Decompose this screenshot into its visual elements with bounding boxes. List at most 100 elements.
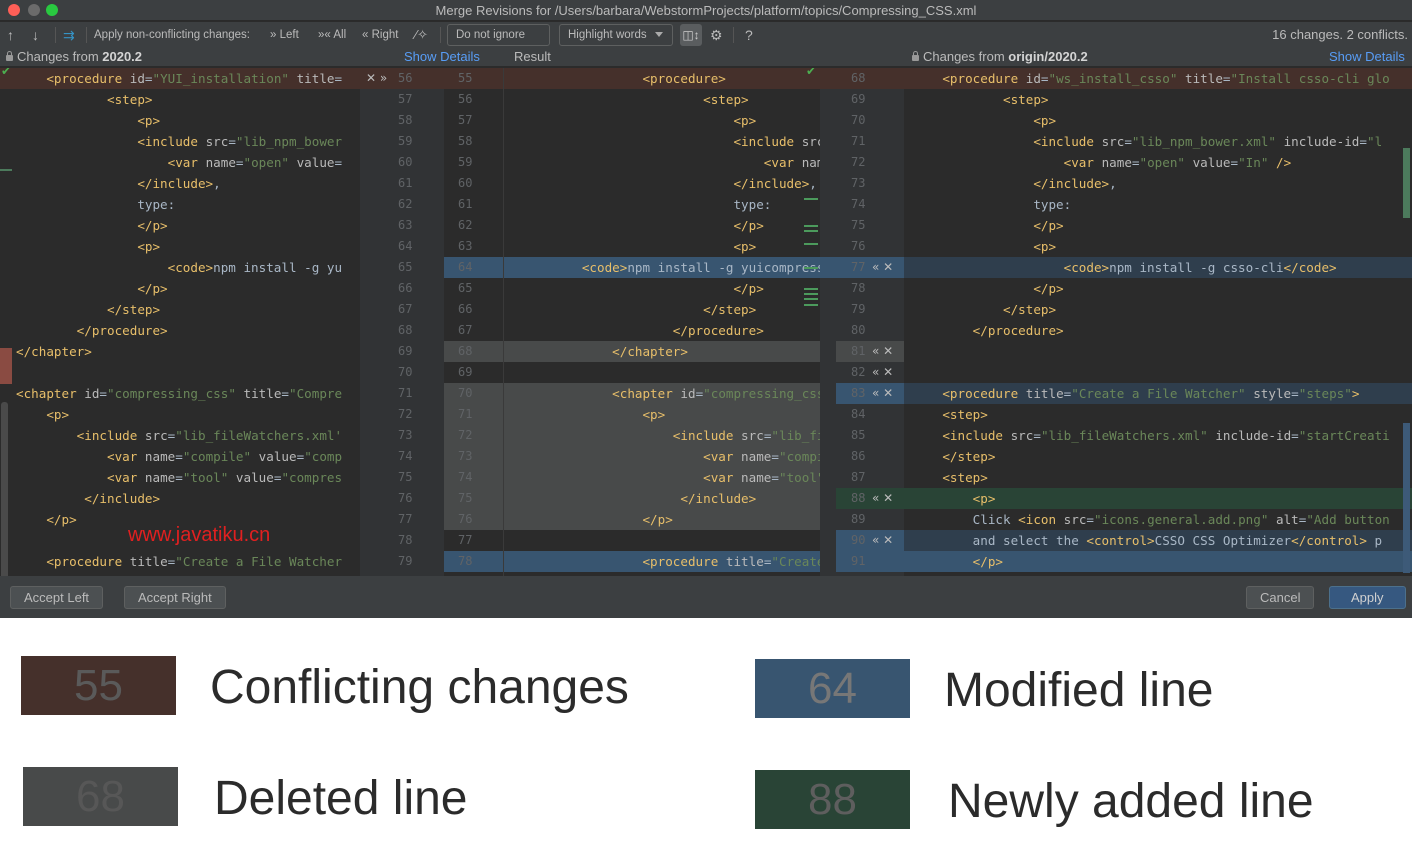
apply-all-button[interactable]: »« All — [318, 22, 346, 48]
accept-left-button[interactable]: Accept Left — [10, 586, 104, 609]
code-line[interactable] — [0, 362, 360, 383]
code-line[interactable]: <p> — [904, 488, 1412, 509]
code-line[interactable]: <code>npm install -g yu — [0, 257, 360, 278]
code-line[interactable]: <p> — [0, 110, 360, 131]
code-line[interactable]: </p> — [0, 215, 360, 236]
code-token: </step> — [16, 302, 161, 317]
accept-reject-right-icons[interactable]: « ✕ — [872, 383, 893, 404]
right-gutter: 68 69 70 71 72 73 74 75 76 77 78 79 80 81 82 83 84 85 86 87… — [820, 68, 904, 576]
code-token: title — [288, 71, 335, 86]
right-header: Changes from origin/2020.2 — [912, 49, 1088, 64]
code-token: "Create a — [771, 554, 820, 569]
code-line[interactable]: <var name="tool" value="compres — [0, 467, 360, 488]
merge-arrows-icon[interactable]: ⇉ — [63, 22, 75, 48]
code-line[interactable]: <chapter id="compressing_css" title="Com… — [0, 383, 360, 404]
code-line[interactable]: <p> — [0, 404, 360, 425]
code-line[interactable]: <var name="compile" value="comp — [0, 446, 360, 467]
code-line[interactable]: </chapter> — [0, 341, 360, 362]
change-marker[interactable] — [804, 225, 818, 227]
line-number: 58 — [458, 134, 473, 148]
apply-left-button[interactable]: » Left — [270, 22, 299, 48]
accept-right-button[interactable]: Accept Right — [124, 586, 226, 609]
scrollbar[interactable] — [1, 402, 8, 576]
code-line[interactable]: <var name="open" value="In" /> — [904, 152, 1412, 173]
code-token: </step> — [506, 302, 757, 317]
change-marker[interactable] — [0, 348, 12, 384]
highlight-mode-dropdown[interactable]: Highlight words — [559, 24, 673, 46]
right-show-details-link[interactable]: Show Details — [1329, 49, 1405, 64]
cancel-button[interactable]: Cancel — [1246, 586, 1315, 609]
arrow-down-icon[interactable]: ↓ — [32, 22, 39, 48]
change-marker[interactable] — [804, 198, 818, 200]
change-marker[interactable] — [804, 298, 818, 300]
code-line[interactable]: </p> — [0, 278, 360, 299]
whitespace-ignore-dropdown[interactable]: Do not ignore — [447, 24, 550, 58]
code-line[interactable]: <step> — [904, 467, 1412, 488]
code-line[interactable]: <code>npm install -g csso-cli</code> — [904, 257, 1412, 278]
left-editor[interactable]: <procedure id="YUI_installation" title= … — [0, 68, 360, 576]
accept-reject-right-icons[interactable]: « ✕ — [872, 530, 893, 551]
change-marker[interactable] — [804, 243, 818, 245]
legend-swatch-modified: 64 — [755, 659, 910, 718]
accept-reject-right-icons[interactable]: « ✕ — [872, 257, 893, 278]
apply-right-button[interactable]: « Right — [362, 22, 398, 48]
code-line[interactable]: and select the <control>CSSO CSS Optimiz… — [904, 530, 1412, 551]
code-line[interactable]: <procedure title = "Create a File Watcher"… — [904, 383, 1412, 404]
arrow-up-icon[interactable]: ↑ — [7, 22, 14, 48]
code-line[interactable]: <step> — [904, 89, 1412, 110]
code-line[interactable]: <p> — [0, 236, 360, 257]
sync-scroll-icon[interactable]: ◫↕ — [680, 24, 702, 46]
right-editor[interactable]: <procedure id="ws_install_csso" title="I… — [904, 68, 1412, 576]
code-line[interactable]: <include src="lib_npm_bower.xml" include… — [904, 131, 1412, 152]
code-line[interactable]: <procedure id="ws_install_csso" title="I… — [904, 68, 1412, 89]
code-token: npm install -g yuicompressor — [627, 260, 820, 275]
accept-reject-right-icons[interactable]: « ✕ — [872, 341, 893, 362]
code-line[interactable]: <p> — [904, 110, 1412, 131]
left-show-details-link[interactable]: Show Details — [404, 49, 480, 64]
code-line[interactable] — [904, 362, 1412, 383]
code-line[interactable]: <include src="lib_npm_bower — [0, 131, 360, 152]
code-line[interactable]: <include src="lib_fileWatchers.xml" incl… — [904, 425, 1412, 446]
code-line[interactable]: <step> — [0, 89, 360, 110]
scrollbar[interactable] — [1403, 148, 1410, 218]
code-line[interactable]: Click <icon src="icons.general.add.png" … — [904, 509, 1412, 530]
scrollbar[interactable] — [1403, 423, 1410, 573]
code-line[interactable]: </include>, — [904, 173, 1412, 194]
code-line[interactable]: type: — [904, 194, 1412, 215]
code-line[interactable]: </procedure> — [904, 320, 1412, 341]
change-marker[interactable] — [804, 267, 818, 269]
accept-reject-right-icons[interactable]: « ✕ — [872, 488, 893, 509]
code-line[interactable]: </step> — [904, 446, 1412, 467]
change-marker[interactable] — [0, 169, 12, 171]
line-number: 70 — [458, 386, 473, 400]
code-line[interactable]: </include> — [0, 488, 360, 509]
code-line[interactable]: </p> — [904, 215, 1412, 236]
code-line[interactable]: </p> — [904, 551, 1412, 572]
gear-icon[interactable]: ⚙ — [710, 22, 723, 48]
reject-accept-left-icons[interactable]: ✕ » — [366, 68, 387, 89]
code-line[interactable]: <p> — [904, 236, 1412, 257]
code-line[interactable]: <procedure title="Create a File Watcher — [0, 551, 360, 572]
code-line[interactable]: <var name="open" value= — [0, 152, 360, 173]
line-number: 77 — [458, 533, 473, 547]
result-editor[interactable]: <procedure> <step> <p> <include src="l <… — [444, 68, 820, 576]
code-line[interactable]: <procedure id="YUI_installation" title= — [0, 68, 360, 89]
accept-reject-right-icons[interactable]: « ✕ — [872, 362, 893, 383]
change-marker[interactable] — [804, 293, 818, 295]
change-marker[interactable] — [804, 304, 818, 306]
change-marker[interactable] — [804, 288, 818, 290]
apply-button[interactable]: Apply — [1329, 586, 1406, 609]
code-line[interactable]: </include>, — [0, 173, 360, 194]
help-button[interactable]: ? — [745, 22, 753, 48]
line-number: 78 — [851, 281, 866, 295]
code-line[interactable]: type: — [0, 194, 360, 215]
code-line[interactable]: </step> — [904, 299, 1412, 320]
code-line[interactable]: </step> — [0, 299, 360, 320]
code-line[interactable]: </procedure> — [0, 320, 360, 341]
change-marker[interactable] — [804, 230, 818, 232]
code-line[interactable] — [904, 341, 1412, 362]
code-line[interactable]: <include src="lib_fileWatchers.xml' — [0, 425, 360, 446]
code-line[interactable]: </p> — [904, 278, 1412, 299]
code-line[interactable]: <step> — [904, 404, 1412, 425]
magic-wand-icon[interactable]: ⁄✧ — [415, 22, 428, 48]
